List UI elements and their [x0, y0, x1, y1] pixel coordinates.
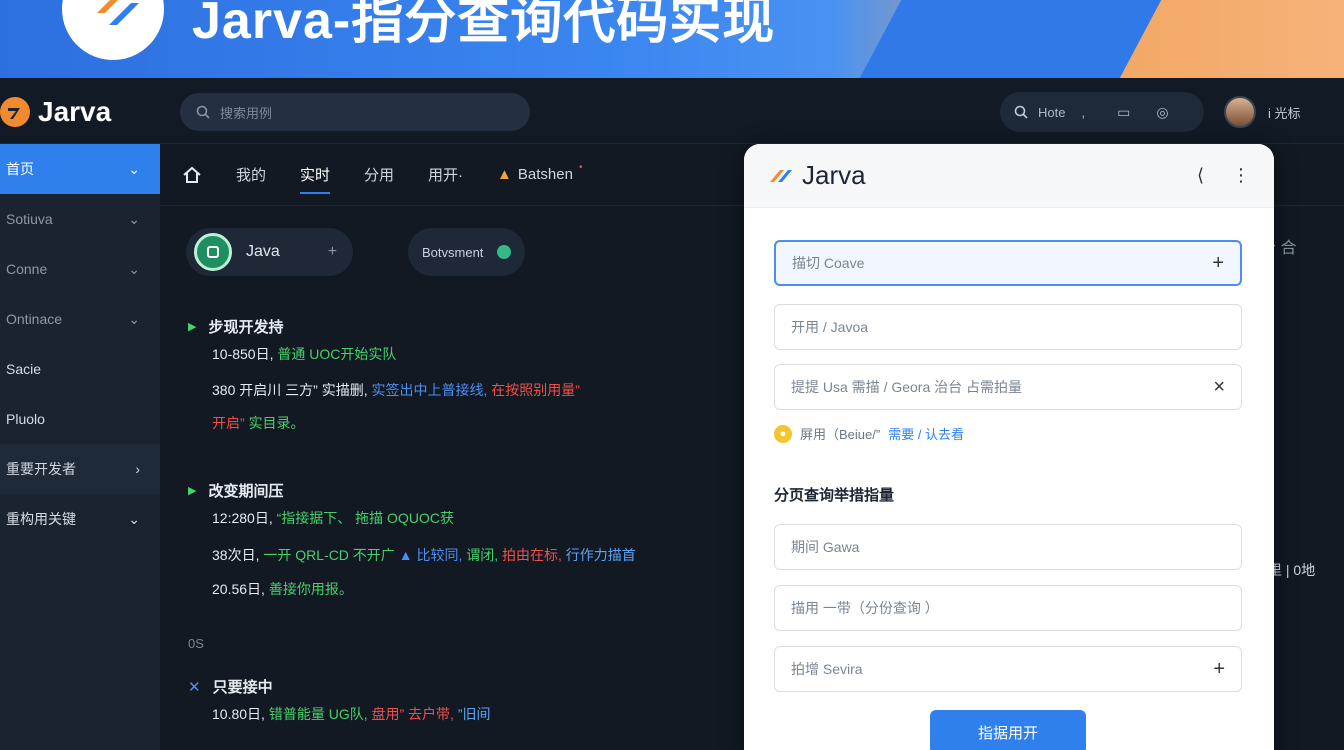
- log-line: 10-850日, 普通 UOC开始实队: [212, 346, 397, 362]
- sidebar: 首页 ⌄ Sotiuva ⌄ Conne ⌄ Ontinace ⌄ Sacie Pluo…: [0, 144, 160, 750]
- close-icon: ✕: [188, 678, 201, 696]
- page-field-3[interactable]: 拍增 Sevira +: [774, 646, 1242, 692]
- brand[interactable]: Jarva: [0, 92, 111, 132]
- project-chip[interactable]: Java +: [186, 228, 354, 276]
- banner-title: Jarva-指分查询代码实现: [192, 0, 776, 50]
- hint-row: ● 屏用（Beiue/” 需要 / 认去看: [774, 424, 964, 443]
- sidebar-item-home[interactable]: 首页 ⌄: [0, 144, 160, 194]
- tab-mine[interactable]: 我的: [236, 144, 266, 206]
- log-line: 12:280日, “指接据下、 拖描 OQUOC获: [212, 510, 454, 526]
- search-icon: [196, 105, 210, 119]
- dot-icon: ,: [1081, 104, 1086, 120]
- app-screenshot: Jarva-指分查询代码实现 Jarva 搜索用例 Hote , ▭ ◎ i 光…: [0, 0, 1344, 750]
- query-field-1[interactable]: 描切 Coave +: [774, 240, 1242, 286]
- section-title[interactable]: ✕ 只要接中: [188, 676, 748, 697]
- sidebar-item-6[interactable]: Pluolo: [0, 394, 160, 444]
- share-icon[interactable]: ⟨: [1197, 165, 1204, 186]
- add-icon[interactable]: +: [1213, 658, 1225, 681]
- divider-label: 0S: [188, 636, 204, 651]
- home-icon[interactable]: [182, 144, 202, 206]
- query-field-2[interactable]: 开用 / Javoa: [774, 304, 1242, 350]
- jarva-logo-icon: [97, 0, 139, 25]
- panel-section-title: 分页查询举措指量: [774, 487, 895, 504]
- banner-decor: [837, 0, 1183, 78]
- info-icon: ●: [774, 424, 792, 443]
- page-field-2[interactable]: 描用 一带（分份查询 ）: [774, 585, 1242, 631]
- settings-icon[interactable]: ◎: [1156, 104, 1168, 121]
- sidebar-item-2[interactable]: Sotiuva ⌄: [0, 194, 160, 244]
- sidebar-item-5[interactable]: Sacie: [0, 344, 160, 394]
- avatar[interactable]: [1224, 96, 1256, 128]
- log-section-2: ▶ 改变期间压 12:280日, “指接据下、 拖描 OQUOC获 38次日, …: [188, 480, 748, 604]
- log-line: 开启” 实目录。: [212, 415, 305, 431]
- banner-logo: [62, 0, 164, 60]
- play-icon: ▶: [188, 321, 197, 333]
- tab-open[interactable]: 用开·: [428, 144, 463, 206]
- chevron-down-icon: ⌄: [128, 210, 140, 227]
- log-section-3: ✕ 只要接中 10.80日, 错普能量 UG队, 盘用” 去户带, ”旧间: [188, 676, 748, 732]
- notification-dot: •: [578, 162, 583, 173]
- project-icon: [194, 233, 232, 271]
- monitor-icon[interactable]: ▭: [1117, 104, 1130, 121]
- user-name[interactable]: i 光标: [1268, 103, 1301, 122]
- log-line: 380 开启川 三方” 实描删, 实签出中上普接线, 在按照别用量”: [212, 382, 580, 398]
- submit-button[interactable]: 指据用开: [930, 710, 1086, 750]
- tab-batshen[interactable]: ▲ Batshen •: [497, 144, 582, 206]
- sidebar-item-3[interactable]: Conne ⌄: [0, 244, 160, 294]
- top-bar: Jarva 搜索用例 Hote , ▭ ◎ i 光标: [0, 78, 1344, 144]
- jarva-logo-icon: [0, 97, 30, 127]
- more-icon[interactable]: ⋮: [1232, 165, 1250, 186]
- sidebar-item-4[interactable]: Ontinace ⌄: [0, 294, 160, 344]
- sidebar-item-7[interactable]: 重要开发者 ›: [0, 444, 160, 494]
- play-icon: ▶: [188, 485, 197, 497]
- log-section-1: ▶ 步现开发持 10-850日, 普通 UOC开始实队 380 开启川 三方” …: [188, 316, 748, 438]
- brand-name: Jarva: [38, 96, 112, 127]
- flask-icon: ▲: [497, 166, 512, 183]
- log-line-right: 里 | 0地: [1268, 562, 1316, 578]
- status-icon: [497, 245, 512, 259]
- page-field-1[interactable]: 期间 Gawa: [774, 524, 1242, 570]
- panel-header: Jarva ⟨ ⋮: [744, 144, 1274, 208]
- chevron-down-icon: ⌄: [128, 160, 140, 177]
- chevron-down-icon: ⌄: [128, 510, 140, 527]
- tab-share[interactable]: 分用: [364, 144, 394, 206]
- chevron-down-icon: ⌄: [128, 310, 140, 327]
- query-panel: Jarva ⟨ ⋮ 描切 Coave + 开用 / Javoa 提提 Usa 需…: [744, 144, 1274, 750]
- panel-brand: Jarva: [768, 160, 866, 191]
- clear-icon[interactable]: ×: [1213, 376, 1225, 399]
- section-title[interactable]: ▶ 改变期间压: [188, 480, 748, 501]
- environment-chip[interactable]: Botvsment: [408, 228, 526, 276]
- query-field-3[interactable]: 提提 Usa 需描 / Geora 治台 占需拍量 ×: [774, 364, 1242, 410]
- search-input[interactable]: 搜索用例: [180, 93, 530, 131]
- section-title[interactable]: ▶ 步现开发持: [188, 316, 748, 337]
- hint-link[interactable]: 需要 / 认去看: [888, 424, 964, 443]
- tab-realtime[interactable]: 实时: [300, 144, 331, 206]
- add-icon[interactable]: +: [1212, 252, 1224, 275]
- project-name: Java: [246, 243, 280, 260]
- panel-actions: ⟨ ⋮: [1197, 165, 1250, 186]
- search-placeholder: 搜索用例: [220, 105, 273, 121]
- log-line: 38次日, 一开 QRL-CD 不开广 ▲ 比较同, 谓闭, 拍由在标, 行作力…: [212, 547, 636, 563]
- log-line: 20.56日, 善接你用报。: [212, 581, 353, 597]
- log-line: 10.80日, 错普能量 UG队, 盘用” 去户带, ”旧间: [212, 706, 491, 722]
- toolbar-pill[interactable]: Hote , ▭ ◎: [1000, 92, 1204, 132]
- sidebar-item-8[interactable]: 重构用关键 ⌄: [0, 494, 160, 544]
- jarva-logo-icon: [770, 169, 792, 182]
- chevron-right-icon: ›: [135, 461, 140, 477]
- chevron-down-icon: ⌄: [128, 260, 140, 277]
- add-icon[interactable]: +: [328, 243, 337, 261]
- search-icon: [1014, 105, 1028, 119]
- toolbar-pill-label: Hote: [1038, 104, 1066, 120]
- banner: Jarva-指分查询代码实现: [0, 0, 1344, 78]
